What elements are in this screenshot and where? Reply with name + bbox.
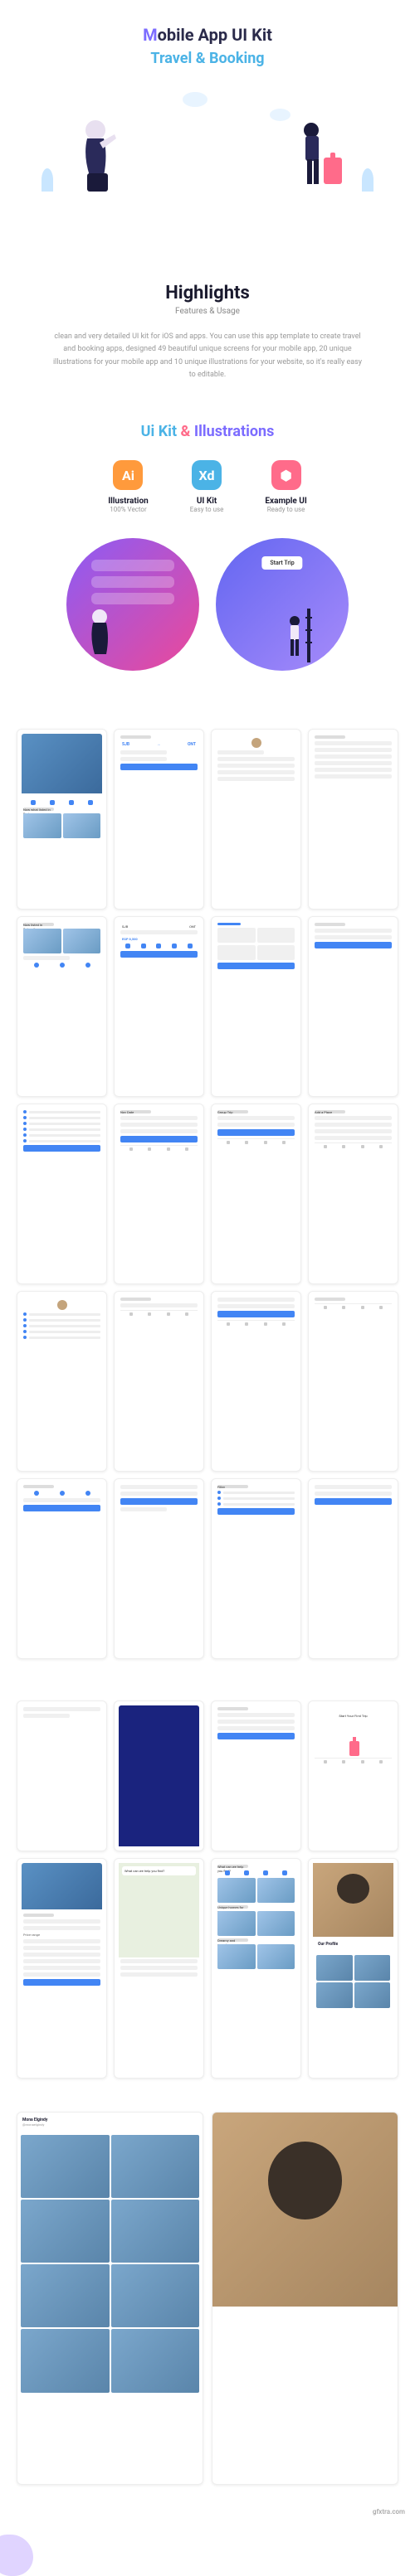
phone-filter: Filter <box>211 1478 301 1659</box>
flight-from: SJB <box>122 742 129 747</box>
uikit-section: Ui Kit & Illustrations Ai Illustration 1… <box>0 406 415 704</box>
tree-decoration <box>362 168 374 192</box>
phone-settings-list <box>308 729 398 910</box>
tree-decoration <box>42 168 53 192</box>
phone-profile-full: Our Profile <box>308 1858 398 2079</box>
profile-handle: @monaelgindy <box>22 2122 198 2127</box>
phone-start-trip: Start Your First Trip <box>308 1700 398 1851</box>
phone-stepper <box>211 1700 301 1851</box>
highlights-description: clean and very detailed UI kit for iOS a… <box>50 331 365 381</box>
phone-date-picker: Nov Date <box>114 1104 204 1284</box>
phone-home-hero: Now what listed in Paris <box>17 729 107 910</box>
phone-login <box>114 1478 204 1659</box>
tool-example: ⬢ Example UI Ready to use <box>265 460 306 513</box>
hero-subtitle: Travel & Booking <box>17 50 398 67</box>
profile-phone-gallery: Mona Elgindy @monaelgindy <box>17 2112 203 2485</box>
person-illustration-left <box>66 114 133 200</box>
cloud-decoration <box>270 109 290 121</box>
experiences: Dreamy and experiences <box>217 1938 248 1942</box>
phone-form <box>211 1291 301 1472</box>
add-place-title: Add a Place <box>315 1110 345 1113</box>
map-search: What can we help you find? <box>122 1866 196 1875</box>
screens-grid-2: Start Your First Trip Price range <box>0 1684 415 2095</box>
hero-illustration <box>17 84 398 200</box>
phone-empty-state <box>114 1291 204 1472</box>
highlights-heading: Highlights <box>33 283 382 303</box>
subscribe-title: Now listed in Subscribe <box>23 923 54 926</box>
price-range-label: Price range <box>23 1933 100 1937</box>
tool-illustration: Ai Illustration 100% Vector <box>108 460 148 513</box>
tool-name: Example UI <box>265 497 306 506</box>
highlights-sub: Features & Usage <box>33 307 382 316</box>
uikit-title: Ui Kit & Illustrations <box>17 423 398 440</box>
phone-profile-edit <box>211 729 301 910</box>
flight-from: SJB <box>122 924 128 929</box>
highlights-section: Highlights Features & Usage clean and ve… <box>0 250 415 406</box>
start-trip-button: Start Trip <box>261 556 302 570</box>
phone-login-2 <box>308 1478 398 1659</box>
phone-group-trip: Group Trip <box>211 1104 301 1284</box>
group-trip-title: Group Trip <box>217 1110 248 1113</box>
tool-uikit: Xd UI Kit Easy to use <box>190 460 224 513</box>
flight-to: ONT <box>188 742 196 747</box>
hero-title-rest: obile App UI Kit <box>158 25 272 45</box>
phone-menu-dates <box>17 1291 107 1472</box>
footer-watermark: gfxtra.com <box>0 2501 415 2522</box>
profile-heading: Our Profile <box>318 1942 388 1947</box>
cloud-decoration <box>183 92 208 107</box>
hero-title: Mobile App UI Kit <box>17 25 398 45</box>
phone-discover: What can we help you find? Unique homes … <box>211 1858 301 2079</box>
tool-sub: Easy to use <box>190 506 224 513</box>
phone-list-view <box>308 916 398 1097</box>
tool-name: UI Kit <box>190 497 224 506</box>
ai-icon: Ai <box>113 460 143 490</box>
phone-menu <box>17 1104 107 1284</box>
uikit-title-ui: Ui Kit <box>141 423 177 440</box>
phone-tabs <box>211 916 301 1097</box>
phone-map: What can we help you find? <box>114 1858 204 2079</box>
tools-row: Ai Illustration 100% Vector Xd UI Kit Ea… <box>17 460 398 513</box>
person-illustration-right <box>290 118 349 200</box>
phone-social <box>17 1478 107 1659</box>
flight-price: EGP 8,500 <box>122 937 196 941</box>
xd-icon: Xd <box>192 460 222 490</box>
start-trip-label: Start Your First Trip <box>318 1710 388 1721</box>
date-title: Nov Date <box>120 1110 151 1113</box>
profile-section: Mona Elgindy @monaelgindy <box>0 2095 415 2501</box>
uikit-title-amp: & <box>177 423 194 440</box>
phone-house-detail: Price range <box>17 1858 107 2079</box>
phone-flight-search: SJB → ONT <box>114 729 204 910</box>
phone-dark-onboard <box>114 1700 204 1851</box>
tool-name: Illustration <box>108 497 148 506</box>
circle-illustration-left <box>66 538 199 671</box>
phone-add-place: Add a Place <box>308 1104 398 1284</box>
flight-to: ONT <box>189 924 196 929</box>
profile-phone-avatar <box>212 2112 398 2485</box>
phone-blank <box>308 1291 398 1472</box>
tool-sub: 100% Vector <box>108 506 148 513</box>
screens-grid-1: Now what listed in Paris SJB → ONT <box>0 704 415 1684</box>
blob-decoration <box>0 2535 33 2576</box>
filter-title: Filter <box>217 1485 248 1488</box>
unique-homes: Unique homes for your <box>217 1905 248 1909</box>
hero-title-prefix: M <box>143 25 158 45</box>
listing-title: Now what listed in Paris <box>23 808 54 811</box>
example-icon: ⬢ <box>271 460 301 490</box>
circles-row: Start Trip <box>17 538 398 671</box>
uikit-title-ill: Illustrations <box>194 423 275 440</box>
phone-subscribe: Now listed in Subscribe <box>17 916 107 1097</box>
phone-search <box>17 1700 107 1851</box>
phone-flight-results: SJB ONT EGP 8,500 <box>114 916 204 1097</box>
circle-illustration-right: Start Trip <box>216 538 349 671</box>
hero-section: Mobile App UI Kit Travel & Booking <box>0 0 415 250</box>
tool-sub: Ready to use <box>265 506 306 513</box>
discover-title: What can we help you find? <box>217 1865 248 1868</box>
